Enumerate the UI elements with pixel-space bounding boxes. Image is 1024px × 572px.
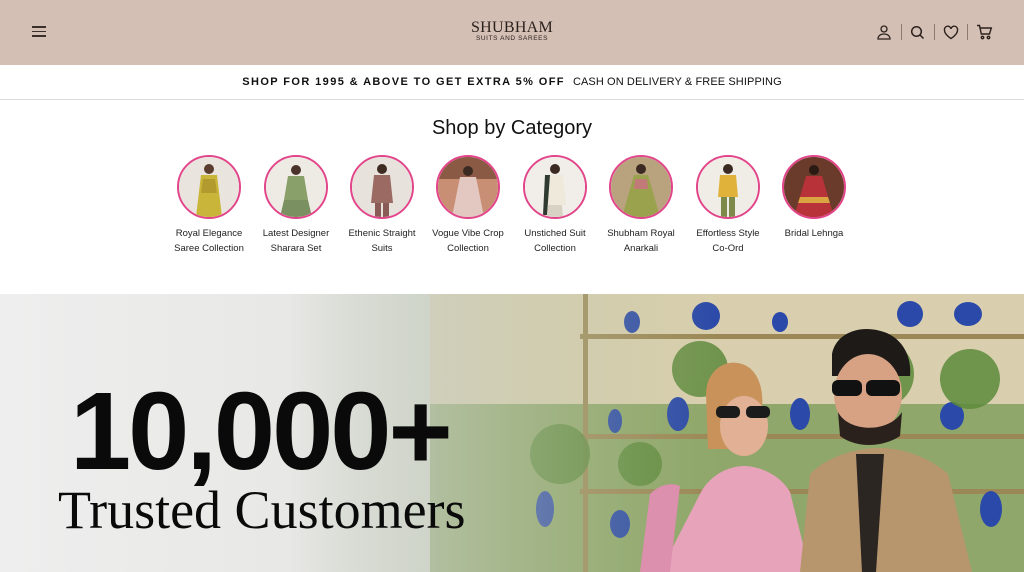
category-item[interactable]: Latest Designer Sharara Set xyxy=(253,155,339,256)
menu-icon[interactable] xyxy=(32,26,46,38)
category-image xyxy=(609,155,673,219)
wishlist-icon[interactable] xyxy=(939,20,963,44)
category-image xyxy=(177,155,241,219)
search-icon[interactable] xyxy=(905,20,929,44)
category-image xyxy=(436,155,500,219)
site-header: SHUBHAM SUITS AND SAREES xyxy=(0,0,1024,65)
account-icon[interactable] xyxy=(872,20,896,44)
category-image xyxy=(523,155,587,219)
category-image xyxy=(264,155,328,219)
category-image xyxy=(350,155,414,219)
category-item[interactable]: Bridal Lehnga xyxy=(771,155,857,241)
category-label: Vogue Vibe Crop Collection xyxy=(432,228,504,254)
category-item[interactable]: Vogue Vibe Crop Collection xyxy=(425,155,511,256)
category-item[interactable]: Effortless Style Co-Ord xyxy=(685,155,771,256)
category-label: Latest Designer Sharara Set xyxy=(262,228,330,254)
category-label: Shubham Royal Anarkali xyxy=(607,228,675,254)
hero-text: Trusted Customers xyxy=(58,480,466,540)
category-label: Unstiched Suit Collection xyxy=(524,228,586,254)
category-label: Effortless Style Co-Ord xyxy=(696,228,760,254)
shipping-text: CASH ON DELIVERY & FREE SHIPPING xyxy=(572,76,782,88)
category-item[interactable]: Royal Elegance Saree Collection xyxy=(166,155,252,256)
promo-text: SHOP FOR 1995 & ABOVE TO GET EXTRA 5% OF… xyxy=(242,76,565,88)
category-image xyxy=(696,155,760,219)
brand-logo[interactable]: SHUBHAM SUITS AND SAREES xyxy=(462,20,562,43)
hero-banner[interactable]: 10,000+ Trusted Customers xyxy=(0,294,1024,572)
category-image xyxy=(782,155,846,219)
brand-tagline: SUITS AND SAREES xyxy=(475,35,549,42)
section-title: Shop by Category xyxy=(431,117,593,139)
category-label: Bridal Lehnga xyxy=(784,228,844,239)
cart-icon[interactable] xyxy=(972,20,996,44)
hero-number: 10,000+ xyxy=(70,370,453,493)
category-label: Ethenic Straight Suits xyxy=(348,228,416,254)
category-item[interactable]: Unstiched Suit Collection xyxy=(512,155,598,256)
category-item[interactable]: Ethenic Straight Suits xyxy=(339,155,425,256)
announcement-bar: SHOP FOR 1995 & ABOVE TO GET EXTRA 5% OF… xyxy=(0,65,1024,100)
brand-name: SHUBHAM xyxy=(470,19,554,36)
category-item[interactable]: Shubham Royal Anarkali xyxy=(598,155,684,256)
header-actions xyxy=(868,20,1000,44)
category-label: Royal Elegance Saree Collection xyxy=(174,228,244,254)
